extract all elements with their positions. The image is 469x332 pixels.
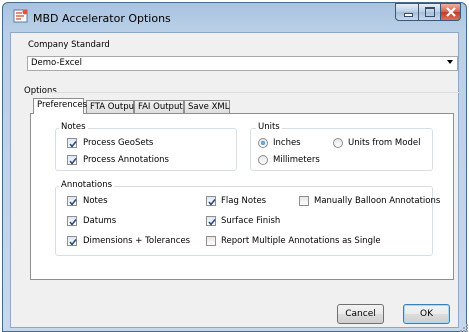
checkmark-icon bbox=[69, 158, 77, 165]
notes-checkbox[interactable] bbox=[67, 196, 77, 206]
datums-label: Datums bbox=[83, 216, 117, 226]
tab-fai-output[interactable]: FAI Output bbox=[134, 100, 184, 114]
process-annotations-label: Process Annotations bbox=[83, 155, 169, 165]
dropdown-arrow-icon bbox=[447, 60, 453, 64]
close-icon bbox=[446, 7, 456, 17]
report-multiple-label: Report Multiple Annotations as Single bbox=[221, 236, 381, 246]
datums-checkbox[interactable] bbox=[67, 216, 77, 226]
options-label: Options bbox=[24, 86, 57, 96]
cancel-button[interactable]: Cancel bbox=[337, 304, 384, 324]
process-geosets-label: Process GeoSets bbox=[83, 138, 154, 148]
dimensions-tolerances-label: Dimensions + Tolerances bbox=[83, 236, 191, 246]
checkmark-icon bbox=[208, 199, 216, 206]
company-standard-value: Demo-Excel bbox=[31, 58, 82, 68]
report-multiple-checkbox[interactable] bbox=[206, 236, 216, 246]
company-standard-label: Company Standard bbox=[28, 40, 110, 50]
app-icon bbox=[13, 8, 29, 24]
process-annotations-checkbox[interactable] bbox=[67, 155, 77, 165]
window-title: MBD Accelerator Options bbox=[33, 12, 171, 25]
notes-label: Notes bbox=[83, 196, 108, 206]
maximize-icon bbox=[425, 7, 435, 17]
surface-finish-label: Surface Finish bbox=[221, 216, 281, 226]
ok-button[interactable]: OK bbox=[403, 304, 450, 324]
close-button[interactable] bbox=[441, 3, 461, 21]
minimize-button[interactable] bbox=[395, 3, 419, 21]
dimensions-tolerances-checkbox[interactable] bbox=[67, 236, 77, 246]
millimeters-label: Millimeters bbox=[273, 155, 320, 165]
checkmark-icon bbox=[208, 219, 216, 226]
units-from-model-label: Units from Model bbox=[348, 138, 421, 148]
tab-preferences[interactable]: Preferences bbox=[33, 98, 87, 114]
checkmark-icon bbox=[69, 219, 77, 226]
annotations-group-title: Annotations bbox=[59, 180, 115, 190]
inches-label: Inches bbox=[273, 138, 301, 148]
size-grip-icon[interactable] bbox=[459, 322, 469, 332]
tab-save-xml[interactable]: Save XML bbox=[184, 100, 230, 114]
surface-finish-checkbox[interactable] bbox=[206, 216, 216, 226]
checkmark-icon bbox=[69, 141, 77, 148]
millimeters-radio[interactable] bbox=[258, 155, 268, 165]
manually-balloon-label: Manually Balloon Annotations bbox=[314, 196, 441, 206]
options-divider bbox=[50, 92, 459, 93]
units-group-title: Units bbox=[256, 122, 282, 132]
maximize-button[interactable] bbox=[419, 3, 441, 21]
units-from-model-radio[interactable] bbox=[333, 138, 343, 148]
notes-group-title: Notes bbox=[59, 122, 88, 132]
process-geosets-checkbox[interactable] bbox=[67, 138, 77, 148]
checkmark-icon bbox=[69, 239, 77, 246]
inches-radio[interactable] bbox=[258, 138, 268, 148]
minimize-icon bbox=[404, 13, 413, 17]
flag-notes-checkbox[interactable] bbox=[206, 196, 216, 206]
checkmark-icon bbox=[69, 199, 77, 206]
flag-notes-label: Flag Notes bbox=[221, 196, 267, 206]
company-standard-dropdown[interactable]: Demo-Excel bbox=[27, 56, 458, 71]
manually-balloon-checkbox[interactable] bbox=[299, 196, 309, 206]
tab-fta-output[interactable]: FTA Output bbox=[86, 100, 137, 114]
